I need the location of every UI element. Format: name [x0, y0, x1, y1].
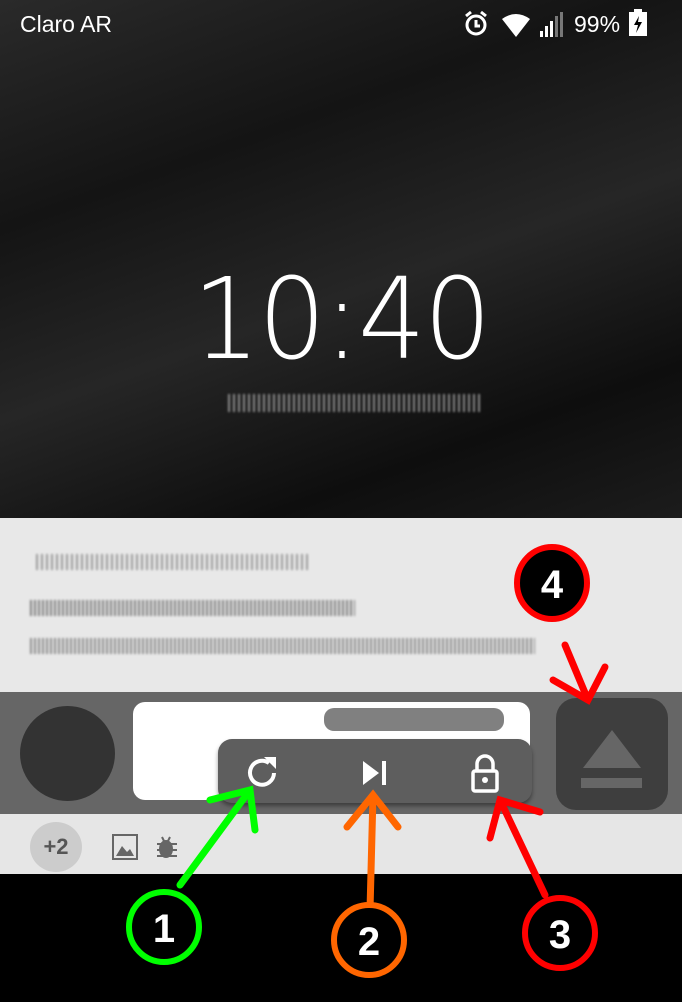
svg-text:2: 2	[358, 920, 380, 964]
annotation-marker-4: 4	[514, 544, 590, 622]
svg-text:3: 3	[549, 913, 571, 957]
annotation-marker-2: 2	[331, 902, 407, 978]
annotation-arrow-3	[486, 795, 549, 899]
annotation-overlay: 1 2 3 4	[126, 544, 609, 978]
annotation-marker-1: 1	[126, 889, 202, 965]
svg-text:4: 4	[541, 563, 564, 607]
svg-text:1: 1	[153, 907, 175, 951]
annotation-marker-3: 3	[522, 895, 598, 971]
annotation-arrow-1	[176, 785, 259, 889]
annotation-arrow-2	[343, 789, 402, 914]
annotation-arrow-4	[549, 641, 609, 705]
